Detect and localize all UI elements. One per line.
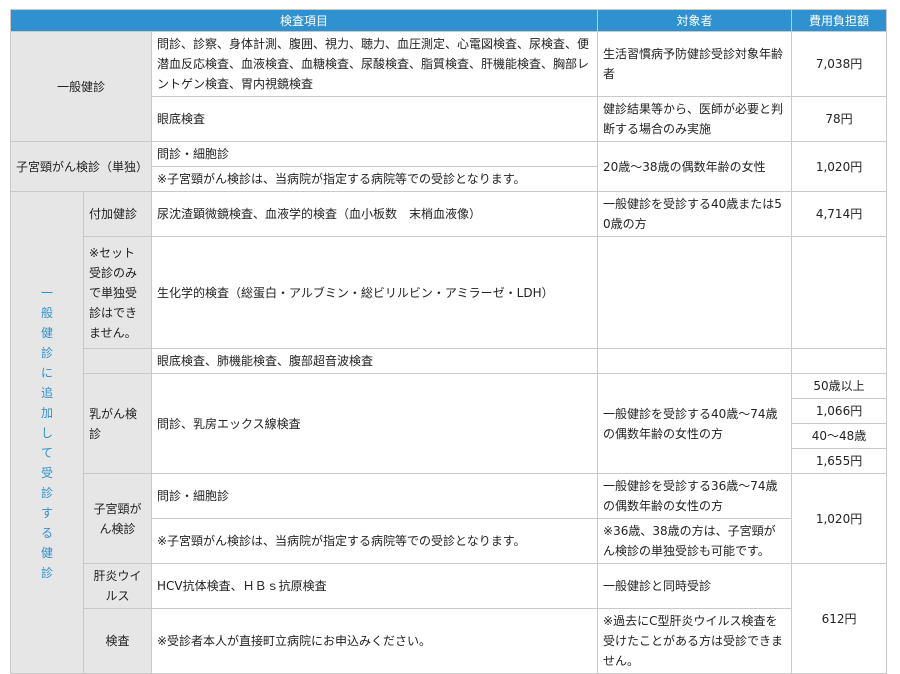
breast-items: 問診、乳房エックス線検査 [150, 373, 599, 474]
cervical-single-cost: 1,020円 [791, 141, 888, 192]
cervical-note: ※子宮頸がん検診は、当病院が指定する病院等での受診となります。 [150, 518, 599, 564]
table-row: 一般健診に追加して受診する健診 付加健診 尿沈渣顕微鏡検査、血液学的検査（血小板… [10, 191, 888, 674]
biochem-items: 生化学的検査（総蛋白・アルブミン・総ビリルビン・アミラーゼ・LDH） [150, 236, 599, 349]
hepatitis-label-top: 肝炎ウイルス [83, 563, 152, 609]
additional-vertical-text: 一般健診に追加して受診する健診 [40, 285, 53, 580]
fundus-items: 眼底検査、肺機能検査、腹部超音波検査 [150, 348, 599, 374]
additional-vertical-label: 一般健診に追加して受診する健診 [10, 191, 84, 674]
breast-age-40-48: 40～48歳 [791, 423, 888, 449]
general-target-main: 生活習慣病予防健診受診対象年齢者 [597, 31, 793, 97]
fundus-target [597, 348, 793, 374]
general-items-main: 問診、診察、身体計測、腹囲、視力、聴力、血圧測定、心電図検査、尿検査、便潜血反応… [150, 31, 599, 97]
addon-cost: 4,714円 [791, 191, 888, 237]
addon-label: 付加健診 [83, 191, 152, 237]
table-row: 肝炎ウイルス HCV抗体検査、ＨＢｓ抗原検査 一般健診と同時受診 612円 [11, 563, 888, 674]
table-row: 乳がん検診 問診、乳房エックス線検査 一般健診を受診する40歳～74歳の偶数年齢… [11, 373, 888, 474]
table-row: ※セット受診のみで単独受診はできません。 生化学的検査（総蛋白・アルブミン・総ビ… [11, 236, 888, 349]
cervical-single-note: ※子宮頸がん検診は、当病院が指定する病院等での受診となります。 [150, 166, 599, 192]
breast-age-50plus: 50歳以上 [791, 373, 888, 399]
table-row: 眼底検査、肺機能検査、腹部超音波検査 [11, 348, 888, 374]
hepatitis-note: ※受診者本人が直接町立病院にお申込みください。 [150, 608, 599, 674]
cervical-single-label: 子宮頸がん検診（単独） [10, 141, 152, 192]
cervical-target: 一般健診を受診する36歳～74歳の偶数年齢の女性の方 [597, 473, 793, 519]
hepatitis-target-note: ※過去にC型肝炎ウイルス検査を受けたことがある方は受診できません。 [597, 608, 793, 674]
breast-cost-50plus: 1,066円 [791, 398, 888, 424]
cervical-target-note: ※36歳、38歳の方は、子宮頸がん検診の単独受診も可能です。 [597, 518, 793, 564]
header-item: 検査項目 [9, 9, 599, 32]
cervical-cost: 1,020円 [791, 473, 888, 564]
general-cost-fundus: 78円 [791, 96, 888, 142]
general-cost-main: 7,038円 [791, 31, 888, 97]
header-cost: 費用負担額 [791, 9, 888, 32]
biochem-target [597, 236, 793, 349]
cervical-single-items: 問診・細胞診 [150, 141, 599, 167]
cervical-label: 子宮頸がん検診 [83, 473, 152, 564]
hepatitis-target: 一般健診と同時受診 [597, 563, 793, 609]
table-row: 子宮頸がん検診（単独） 問診・細胞診 20歳～38歳の偶数年齢の女性 1,020… [10, 141, 888, 192]
fundus-label [83, 348, 152, 374]
table-header-row: 検査項目 対象者 費用負担額 [9, 9, 888, 32]
cervical-items: 問診・細胞診 [150, 473, 599, 519]
breast-cost-40-48: 1,655円 [791, 448, 888, 474]
table-row: 子宮頸がん検診 問診・細胞診 一般健診を受診する36歳～74歳の偶数年齢の女性の… [11, 473, 888, 564]
exam-cost-table: 検査項目 対象者 費用負担額 一般健診 問診、診察、身体計測、腹囲、視力、聴力、… [9, 9, 888, 674]
general-label: 一般健診 [10, 31, 152, 142]
general-target-fundus: 健診結果等から、医師が必要と判断する場合のみ実施 [597, 96, 793, 142]
hepatitis-label-bottom: 検査 [83, 608, 152, 674]
breast-label: 乳がん検診 [83, 373, 152, 474]
set-note: ※セット受診のみで単独受診はできません。 [83, 236, 152, 349]
hepatitis-cost: 612円 [791, 563, 888, 674]
table-row: 検査 ※受診者本人が直接町立病院にお申込みください。 ※過去にC型肝炎ウイルス検… [11, 608, 887, 674]
hepatitis-items: HCV抗体検査、ＨＢｓ抗原検査 [150, 563, 599, 609]
general-items-fundus: 眼底検査 [150, 96, 599, 142]
addon-items: 尿沈渣顕微鏡検査、血液学的検査（血小板数 末梢血液像） [150, 191, 599, 237]
cervical-single-target: 20歳～38歳の偶数年齢の女性 [597, 141, 793, 192]
table-row: 一般健診 問診、診察、身体計測、腹囲、視力、聴力、血圧測定、心電図検査、尿検査、… [10, 31, 888, 142]
header-target: 対象者 [597, 9, 793, 32]
breast-target: 一般健診を受診する40歳～74歳の偶数年齢の女性の方 [597, 373, 793, 474]
fundus-cost [791, 348, 888, 374]
addon-target: 一般健診を受診する40歳または50歳の方 [597, 191, 793, 237]
biochem-cost [791, 236, 888, 349]
